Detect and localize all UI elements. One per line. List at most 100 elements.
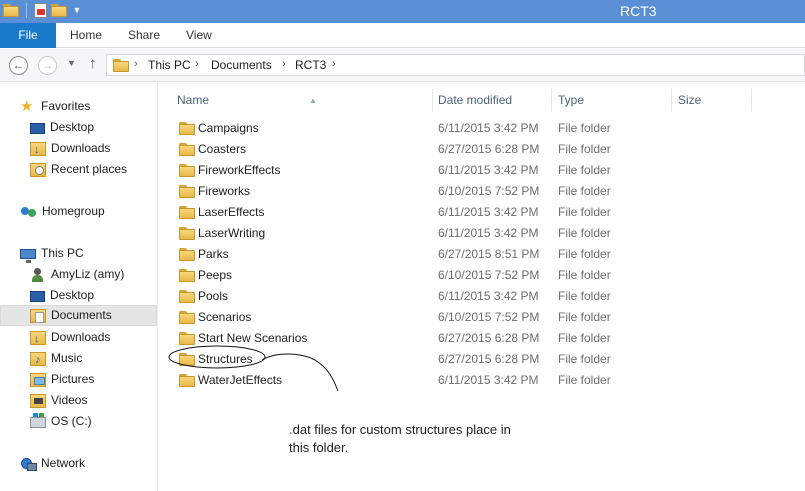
file-type: File folder xyxy=(558,331,611,345)
column-header-name[interactable]: Name ▲ xyxy=(171,89,433,111)
up-button[interactable]: ↑ xyxy=(89,55,97,72)
file-name: Scenarios xyxy=(198,310,252,324)
file-name: WaterJetEffects xyxy=(198,373,283,387)
table-row[interactable]: Fireworks 6/10/2015 7:52 PM File folder xyxy=(158,181,758,202)
sidebar-item-desktop[interactable]: Desktop xyxy=(30,117,94,138)
file-type: File folder xyxy=(558,247,611,261)
file-type: File folder xyxy=(558,205,611,219)
sidebar-item-label: Desktop xyxy=(50,288,95,302)
sidebar-item-pictures[interactable]: Pictures xyxy=(30,369,94,390)
file-date: 6/27/2015 6:28 PM xyxy=(438,142,540,156)
chevron-right-icon[interactable]: › xyxy=(195,58,199,70)
sidebar-item-music[interactable]: Music xyxy=(30,348,83,371)
sidebar-item-this-pc[interactable]: This PC xyxy=(20,243,84,264)
title-bar: ▼ RCT3 xyxy=(0,0,805,23)
sidebar-item-label: Desktop xyxy=(50,120,95,134)
file-date: 6/10/2015 7:52 PM xyxy=(438,310,540,324)
file-type: File folder xyxy=(558,352,611,366)
table-row[interactable]: Structures 6/27/2015 6:28 PM File folder xyxy=(158,349,758,370)
sidebar-item-label: Downloads xyxy=(51,141,111,155)
chevron-right-icon[interactable]: › xyxy=(332,58,336,70)
toolbar-divider xyxy=(26,3,27,18)
tab-share[interactable]: Share xyxy=(128,23,160,48)
table-row[interactable]: Start New Scenarios 6/27/2015 6:28 PM File… xyxy=(158,328,758,349)
breadcrumb-rct3[interactable]: RCT3 xyxy=(295,58,326,72)
sidebar-item-favorites[interactable]: ★ Favorites xyxy=(20,96,90,117)
annotation-note: .dat files for custom structures place i… xyxy=(289,421,549,457)
properties-icon[interactable] xyxy=(34,3,47,18)
folder-icon xyxy=(113,59,129,72)
table-row[interactable]: Parks 6/27/2015 8:51 PM File folder xyxy=(158,244,758,265)
file-date: 6/11/2015 3:42 PM xyxy=(438,373,539,387)
table-row[interactable]: Campaigns 6/11/2015 3:42 PM File folder xyxy=(158,118,758,139)
user-icon xyxy=(30,267,46,282)
file-name: Peeps xyxy=(198,268,233,282)
sidebar-item-label: Favorites xyxy=(41,99,91,113)
sidebar-item-recent-places[interactable]: Recent places xyxy=(30,159,127,180)
folder-icon xyxy=(3,4,19,17)
window-title: RCT3 xyxy=(620,3,657,19)
file-type: File folder xyxy=(558,121,611,135)
customize-toolbar-dropdown-icon[interactable]: ▼ xyxy=(71,3,83,18)
documents-icon xyxy=(30,308,46,323)
tab-file[interactable]: File xyxy=(0,23,56,48)
folder-icon xyxy=(179,332,195,345)
file-type: File folder xyxy=(558,289,611,303)
table-row[interactable]: LaserEffects 6/11/2015 3:42 PM File folder xyxy=(158,202,758,223)
sidebar-item-label: Documents xyxy=(51,308,112,322)
computer-icon xyxy=(20,248,36,263)
sidebar-item-label: OS (C:) xyxy=(51,414,92,428)
forward-button[interactable]: → xyxy=(38,56,57,75)
sidebar-item-videos[interactable]: Videos xyxy=(30,390,87,411)
folder-icon xyxy=(179,227,195,240)
column-header-date[interactable]: Date modified xyxy=(432,89,552,111)
sidebar-item-downloads[interactable]: Downloads xyxy=(30,138,111,161)
new-folder-icon[interactable] xyxy=(51,4,67,17)
table-row[interactable]: LaserWriting 6/11/2015 3:42 PM File folder xyxy=(158,223,758,244)
table-row[interactable]: Coasters 6/27/2015 6:28 PM File folder xyxy=(158,139,758,160)
file-type: File folder xyxy=(558,310,611,324)
table-row[interactable]: Pools 6/11/2015 3:42 PM File folder xyxy=(158,286,758,307)
homegroup-icon xyxy=(20,205,37,219)
table-row[interactable]: WaterJetEffects 6/11/2015 3:42 PM File fol… xyxy=(158,370,758,391)
sidebar-item-label: AmyLiz (amy) xyxy=(51,267,125,281)
chevron-right-icon[interactable]: › xyxy=(282,58,286,70)
column-header-size[interactable]: Size xyxy=(672,89,752,111)
sidebar-item-network[interactable]: Network xyxy=(20,453,85,474)
sidebar-item-documents[interactable]: Documents xyxy=(0,305,157,326)
table-row[interactable]: Scenarios 6/10/2015 7:52 PM File folder xyxy=(158,307,758,328)
sidebar-item-downloads-pc[interactable]: Downloads xyxy=(30,327,110,350)
file-type: File folder xyxy=(558,226,611,240)
sidebar-item-label: Videos xyxy=(51,393,88,407)
folder-icon xyxy=(179,185,195,198)
sidebar-item-os-drive[interactable]: OS (C:) xyxy=(30,411,92,432)
column-header-label: Name xyxy=(177,93,210,107)
file-name: FireworkEffects xyxy=(198,163,281,177)
file-name: Structures xyxy=(198,352,253,366)
videos-icon xyxy=(30,393,46,408)
column-header-type[interactable]: Type xyxy=(552,89,672,111)
network-icon xyxy=(20,457,37,471)
breadcrumb-this-pc[interactable]: This PC xyxy=(148,58,191,72)
file-name: Start New Scenarios xyxy=(198,331,308,345)
sidebar-item-label: Music xyxy=(51,351,83,365)
file-name: Campaigns xyxy=(198,121,259,135)
file-name: Coasters xyxy=(198,142,247,156)
back-button[interactable]: ← xyxy=(9,56,28,75)
tab-home[interactable]: Home xyxy=(70,23,102,48)
folder-icon xyxy=(179,311,195,324)
table-row[interactable]: FireworkEffects 6/11/2015 3:42 PM File fol… xyxy=(158,160,758,181)
file-name: Fireworks xyxy=(198,184,251,198)
file-type: File folder xyxy=(558,163,611,177)
table-row[interactable]: Peeps 6/10/2015 7:52 PM File folder xyxy=(158,265,758,286)
address-bar[interactable]: › This PC › Documents › RCT3 › xyxy=(106,54,805,76)
recent-locations-dropdown-icon[interactable]: ▼ xyxy=(67,58,76,68)
sidebar-item-user[interactable]: AmyLiz (amy) xyxy=(30,264,124,285)
sidebar-item-desktop-pc[interactable]: Desktop xyxy=(30,285,94,306)
desktop-icon xyxy=(30,290,45,302)
chevron-right-icon[interactable]: › xyxy=(134,58,138,70)
sidebar-item-homegroup[interactable]: Homegroup xyxy=(20,201,105,222)
tab-view[interactable]: View xyxy=(186,23,212,48)
breadcrumb-documents[interactable]: Documents xyxy=(211,58,272,72)
sidebar-item-label: Homegroup xyxy=(42,204,105,218)
